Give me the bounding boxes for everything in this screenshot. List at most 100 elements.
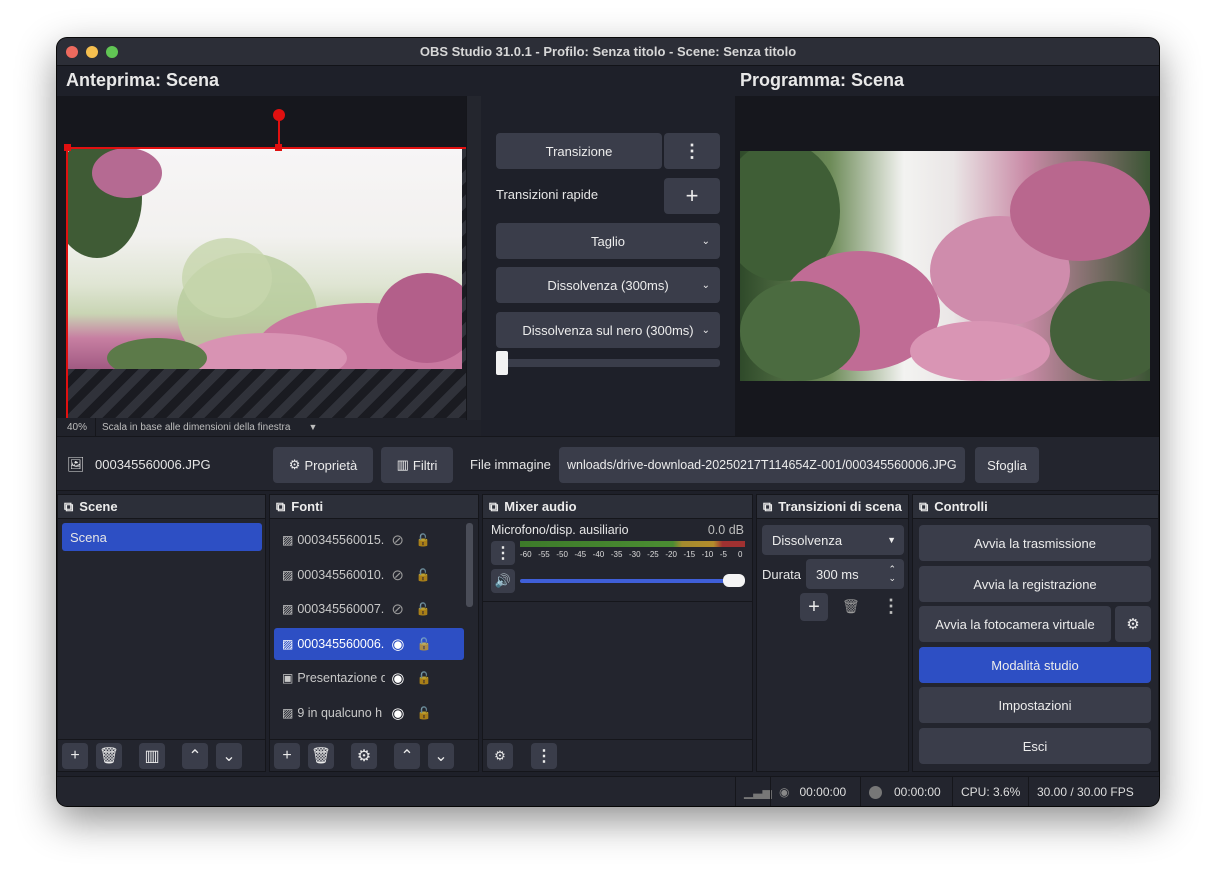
virtual-camera-settings-button[interactable]: ⚙ — [1115, 606, 1151, 642]
duration-spinbox[interactable]: 300 ms ⌃ ⌄ — [806, 559, 904, 589]
image-icon: ▨ — [282, 567, 294, 582]
start-recording-button[interactable]: Avvia la registrazione — [919, 566, 1151, 602]
mixer-divider — [483, 601, 752, 602]
duration-label: Durata — [762, 567, 802, 582]
move-scene-up-button[interactable]: ⌃ — [182, 743, 208, 769]
lock-icon[interactable]: 🔓 — [416, 602, 431, 616]
rotation-handle[interactable] — [273, 109, 285, 121]
source-item-name: 000345560010. — [297, 567, 385, 582]
move-source-down-button[interactable]: ⌄ — [428, 743, 454, 769]
lock-icon[interactable]: 🔓 — [416, 637, 431, 651]
move-source-up-button[interactable]: ⌃ — [394, 743, 420, 769]
quick-transition-fade-black[interactable]: Dissolvenza sul nero (300ms) ⌄ — [496, 312, 720, 348]
preview-canvas[interactable]: 40% Scala in base alle dimensioni della … — [57, 96, 481, 436]
start-streaming-button[interactable]: Avvia la trasmissione — [919, 525, 1151, 561]
more-vertical-icon[interactable]: ⋮ — [882, 596, 900, 617]
studio-mode-button[interactable]: Modalità studio — [919, 647, 1151, 683]
mixer-title: Mixer audio — [504, 499, 577, 514]
trash-icon: 🗑 — [98, 748, 120, 765]
speaker-icon: 🔊 — [494, 573, 512, 588]
filters-button[interactable]: ▥ Filtri — [381, 447, 453, 483]
quick-transition-label: Dissolvenza (300ms) — [547, 277, 669, 293]
source-item-name: Presentazione d — [297, 671, 386, 685]
quick-transition-fade[interactable]: Dissolvenza (300ms) ⌄ — [496, 267, 720, 303]
plus-icon: + — [808, 595, 820, 618]
chevron-down-icon: ⌄ — [701, 235, 710, 247]
resize-handle-top[interactable] — [275, 144, 282, 151]
source-item[interactable]: ▨ 000345560006. ◉ 🔓 — [274, 627, 464, 660]
meter-tick-label: -5 — [719, 550, 727, 559]
dock-icon: ⧉ — [763, 498, 773, 514]
file-path-field[interactable]: wnloads/drive-download-20250217T114654Z-… — [559, 447, 965, 483]
exit-button[interactable]: Esci — [919, 728, 1151, 764]
volume-slider-track[interactable] — [520, 579, 745, 583]
sources-header: ⧉ Fonti — [270, 495, 478, 519]
program-label: Programma: Scena — [740, 70, 905, 90]
start-virtual-camera-button[interactable]: Avvia la fotocamera virtuale — [919, 606, 1111, 642]
remove-source-button[interactable]: 🗑 — [308, 743, 334, 769]
scenes-header: ⧉ Scene — [58, 495, 265, 519]
sources-scrollbar[interactable] — [466, 523, 473, 607]
scale-mode-text: Scala in base alle dimensioni della fine… — [102, 421, 291, 433]
eye-hidden-icon[interactable]: ⊘ — [391, 531, 404, 549]
image-icon: ▨ — [282, 602, 294, 616]
transition-menu-button[interactable]: ⋮ — [664, 133, 720, 169]
add-scene-button[interactable]: + — [62, 743, 88, 769]
eye-hidden-icon[interactable]: ⊘ — [391, 600, 404, 618]
resize-handle-top-left[interactable] — [64, 144, 71, 151]
source-item[interactable]: ▨ 000345560010. ⊘ 🔓 — [274, 559, 464, 591]
scene-transitions-title: Transizioni di scena — [778, 499, 902, 514]
add-quick-transition-button[interactable]: + — [664, 178, 720, 214]
more-vertical-icon: ⋮ — [536, 748, 552, 765]
source-toolbar: 🖼 000345560006.JPG ⚙ Proprietà ▥ Filtri Fi… — [57, 436, 1159, 491]
settings-button[interactable]: Impostazioni — [919, 687, 1151, 723]
remove-scene-button[interactable]: 🗑 — [96, 743, 122, 769]
transition-column: Transizione ⋮ Transizioni rapide + Tagli… — [481, 96, 735, 436]
source-item[interactable]: ▨ 9 in qualcuno h ◉ 🔓 — [274, 697, 464, 729]
source-item[interactable]: ▨ 000345560007. ⊘ 🔓 — [274, 593, 464, 625]
meter-tick-label: -50 — [556, 550, 568, 559]
selection-bounding-box[interactable] — [66, 147, 466, 419]
more-vertical-icon: ⋮ — [495, 545, 511, 562]
source-item[interactable]: ▨ 000345560015. ⊘ 🔓 — [274, 524, 464, 556]
mute-button[interactable]: 🔊 — [491, 569, 515, 593]
spin-arrows-icon[interactable]: ⌃ ⌄ — [888, 565, 896, 583]
volume-slider-handle[interactable] — [723, 574, 745, 587]
filter-icon: ▥ — [144, 748, 160, 765]
add-transition-button[interactable]: + — [800, 593, 828, 621]
quick-transition-cut[interactable]: Taglio ⌄ — [496, 223, 720, 259]
preview-scrollbar[interactable] — [466, 96, 481, 420]
chevron-up-icon: ⌃ — [400, 748, 414, 765]
eye-icon[interactable]: ◉ — [391, 669, 404, 687]
mixer-menu-button[interactable]: ⋮ — [491, 541, 515, 565]
source-item-name: 000345560006. — [297, 636, 385, 651]
lock-icon[interactable]: 🔓 — [416, 533, 431, 547]
lock-icon[interactable]: 🔓 — [416, 706, 431, 720]
controls-title: Controlli — [934, 499, 988, 514]
source-item[interactable]: ▣ Presentazione d ◉ 🔓 — [274, 662, 464, 694]
lock-icon[interactable]: 🔓 — [416, 568, 431, 582]
scene-item[interactable]: Scena — [62, 523, 262, 551]
mixer-options-button[interactable]: ⋮ — [531, 743, 557, 769]
status-bar: ▁▃▅ ◉ 00:00:00 00:00:00 CPU: 3.6% 30.00 /… — [57, 776, 1159, 806]
trash-icon[interactable]: 🗑 — [842, 598, 860, 615]
properties-button[interactable]: ⚙ Proprietà — [273, 447, 373, 483]
transition-select[interactable]: Dissolvenza ▼ — [762, 525, 904, 555]
advanced-audio-button[interactable]: ⚙ — [487, 743, 513, 769]
program-canvas — [735, 96, 1159, 436]
transition-slider-track[interactable] — [496, 359, 720, 367]
eye-icon[interactable]: ◉ — [391, 704, 404, 722]
mixer-channel-name: Microfono/disp. ausiliario — [491, 523, 629, 537]
move-scene-down-button[interactable]: ⌄ — [216, 743, 242, 769]
scale-mode-dropdown[interactable]: Scala in base alle dimensioni della fine… — [95, 418, 317, 436]
eye-icon[interactable]: ◉ — [391, 635, 404, 653]
source-properties-button[interactable]: ⚙ — [351, 743, 377, 769]
add-source-button[interactable]: + — [274, 743, 300, 769]
scene-filters-button[interactable]: ▥ — [139, 743, 165, 769]
meter-tick-label: -15 — [683, 550, 696, 559]
lock-icon[interactable]: 🔓 — [416, 671, 431, 685]
transition-slider-handle[interactable] — [496, 351, 508, 375]
browse-button[interactable]: Sfoglia — [975, 447, 1039, 483]
transition-button[interactable]: Transizione — [496, 133, 662, 169]
eye-hidden-icon[interactable]: ⊘ — [391, 566, 404, 584]
